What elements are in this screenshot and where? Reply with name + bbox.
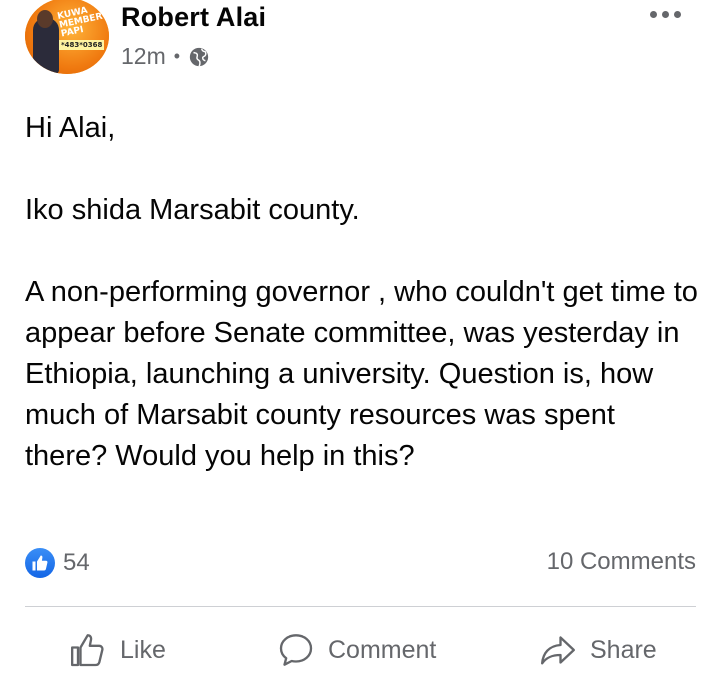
comment-label: Comment xyxy=(328,635,437,664)
reactions-summary[interactable]: 54 xyxy=(25,545,90,581)
post-header: KUWA MEMBER PAPI *483*0368 Robert Alai 1… xyxy=(0,0,720,90)
author-name[interactable]: Robert Alai xyxy=(121,2,266,33)
post-time[interactable]: 12m xyxy=(121,43,166,70)
share-button[interactable]: Share xyxy=(538,630,657,670)
globe-icon xyxy=(189,47,209,67)
meta-separator: • xyxy=(173,46,181,66)
post-meta: 12m • xyxy=(121,43,210,70)
thumbs-up-glyph xyxy=(32,555,48,571)
post-paragraph: A non-performing governor , who couldn't… xyxy=(25,276,698,472)
more-dot xyxy=(649,10,657,18)
divider xyxy=(25,606,696,607)
like-label: Like xyxy=(120,635,166,664)
post-line: Iko shida Marsabit county. xyxy=(25,194,360,226)
post-greeting: Hi Alai, xyxy=(25,112,116,144)
more-dot xyxy=(673,10,681,18)
avatar-phone: *483*0368 xyxy=(59,40,105,50)
like-reaction-icon xyxy=(25,548,55,578)
comment-button[interactable]: Comment xyxy=(276,630,436,670)
comment-icon xyxy=(279,634,313,666)
avatar-person-head xyxy=(37,10,53,28)
like-button[interactable]: Like xyxy=(68,630,166,670)
share-icon xyxy=(541,636,575,665)
share-label: Share xyxy=(590,635,657,664)
more-options-icon[interactable] xyxy=(645,2,685,26)
more-dot xyxy=(661,10,669,18)
comments-count[interactable]: 10 Comments xyxy=(547,548,696,576)
action-bar: Like Comment Share xyxy=(0,620,720,680)
avatar[interactable]: KUWA MEMBER PAPI *483*0368 xyxy=(25,0,109,74)
reaction-count: 54 xyxy=(63,549,90,576)
post-body: Hi Alai, Iko shida Marsabit county. A no… xyxy=(25,108,705,477)
thumbs-up-icon xyxy=(71,634,104,667)
